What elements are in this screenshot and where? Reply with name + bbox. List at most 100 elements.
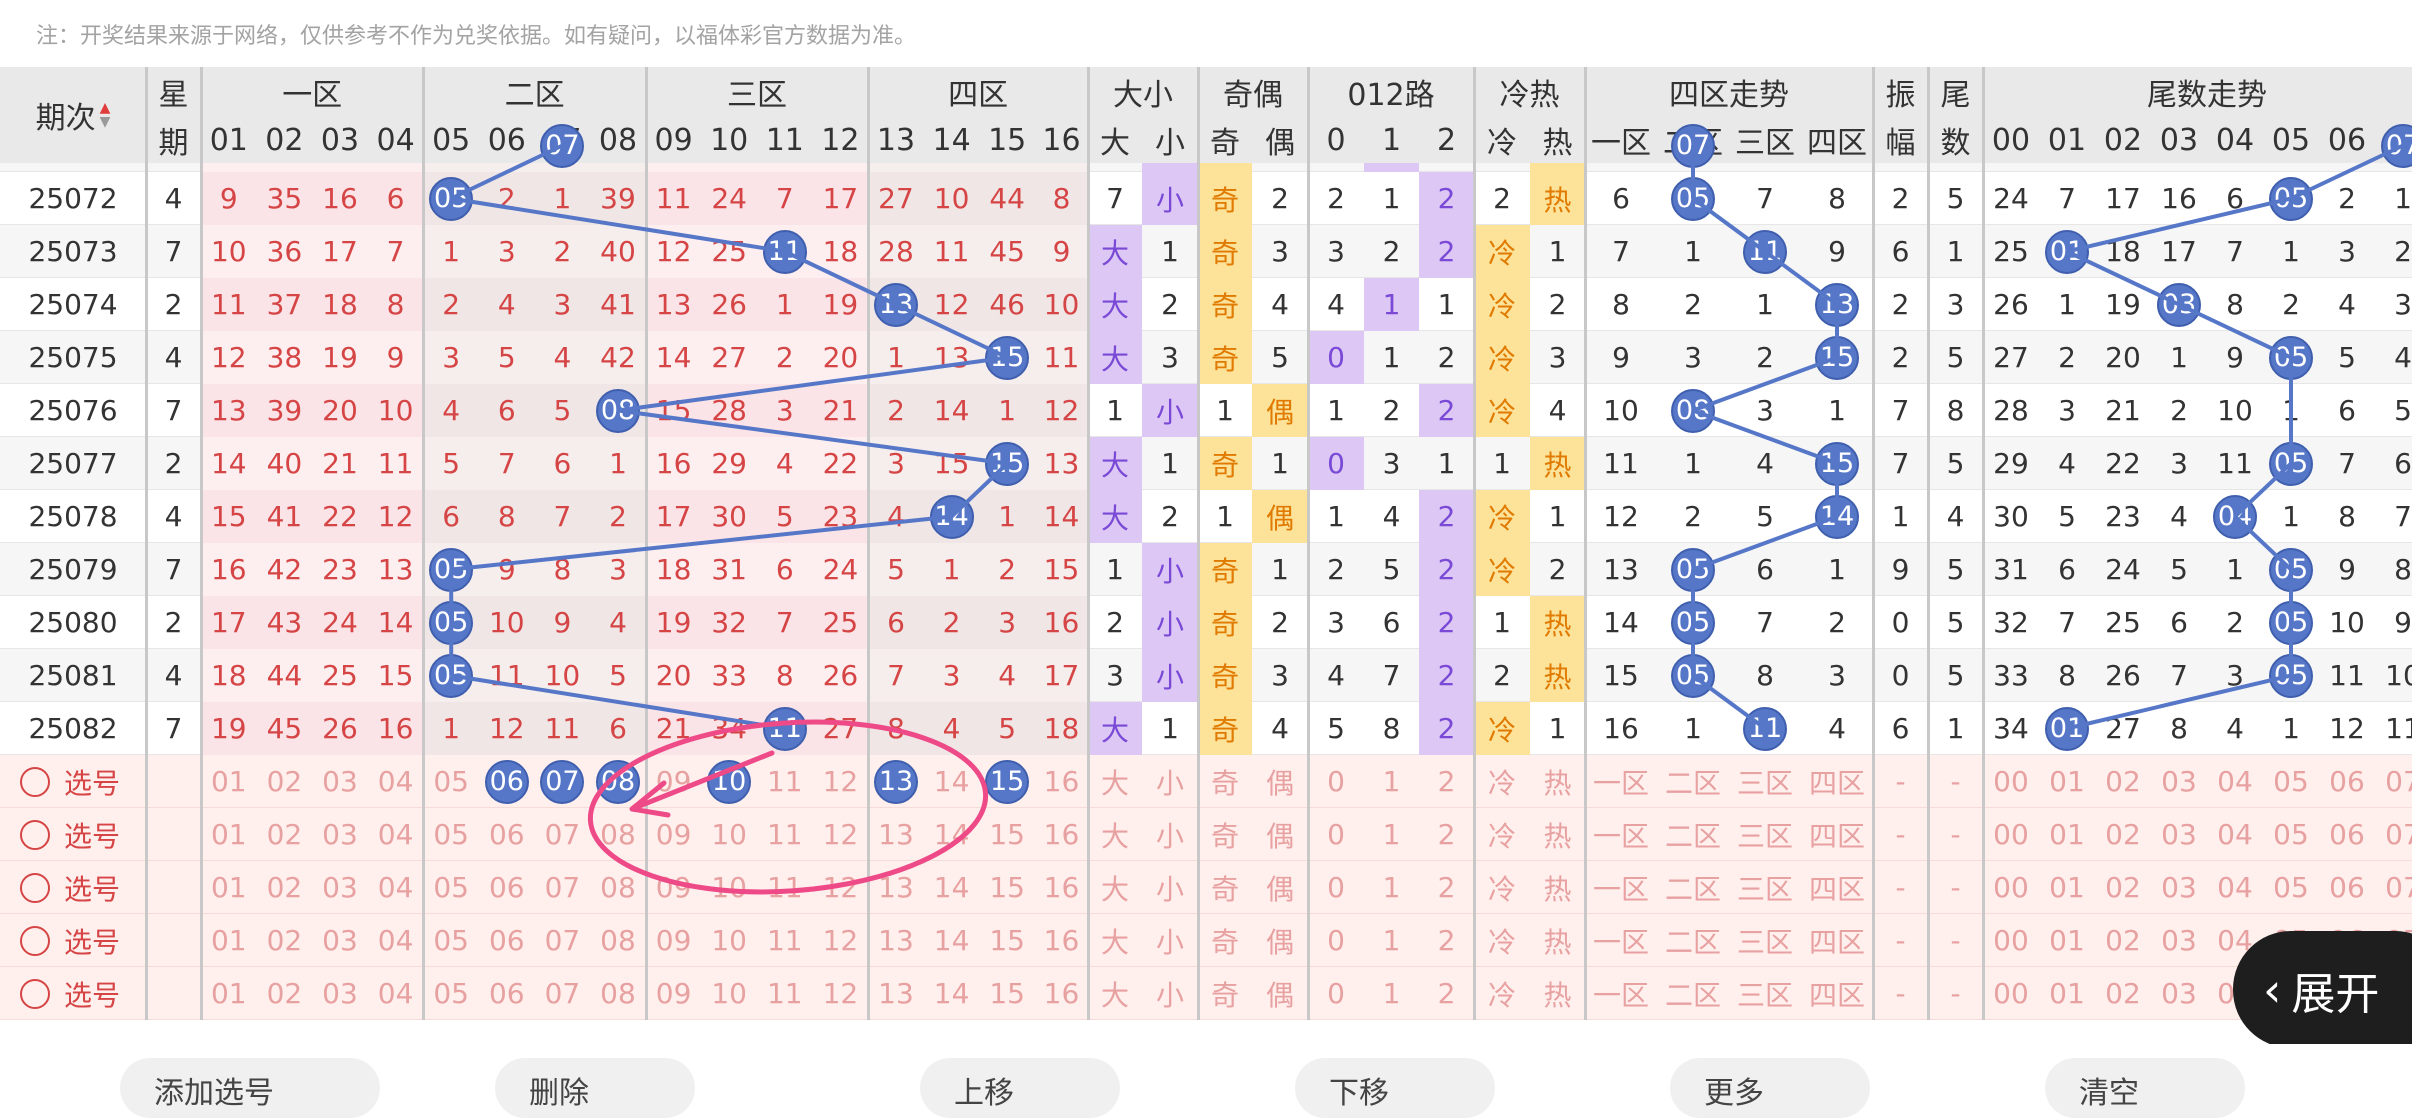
pick-number[interactable]: 03 [312,861,368,914]
pick-row-label[interactable]: 选号 [20,914,201,967]
pick-parity[interactable]: 奇 [1198,808,1252,861]
pick-number[interactable]: 04 [368,861,424,914]
pick-parity[interactable]: 偶 [1252,755,1308,808]
pick-row-label[interactable]: 选号 [20,861,201,914]
pick-number[interactable]: 02 [257,808,313,861]
expand-button[interactable]: ‹ 展开 [2233,931,2412,1048]
pick-road[interactable]: 2 [1419,755,1474,808]
pick-zone[interactable]: 三区 [1729,861,1801,914]
selected-number-ball[interactable]: 15 [985,759,1030,804]
pick-hotcold[interactable]: 热 [1530,755,1585,808]
radio-circle-icon[interactable] [20,766,50,797]
pick-size[interactable]: 大 [1088,861,1142,914]
pick-number[interactable]: 01 [201,755,257,808]
pick-tail-number[interactable]: 04 [2207,861,2263,914]
pick-size[interactable]: 小 [1142,914,1198,967]
pick-size[interactable]: 小 [1142,755,1198,808]
period-header[interactable]: 期次 ▲ ▼ [0,67,146,163]
pick-number[interactable]: 16 [1035,808,1088,861]
pick-hotcold[interactable]: 热 [1530,808,1585,861]
pick-number[interactable]: 10 [701,914,757,967]
pick-number[interactable]: 08 [590,808,646,861]
pick-number[interactable]: 12 [813,755,869,808]
pick-number[interactable]: 03 [312,914,368,967]
pick-row-label[interactable]: 选号 [20,967,201,1020]
pick-zone[interactable]: 三区 [1729,914,1801,967]
pick-number[interactable]: 06 [479,914,535,967]
pick-number[interactable]: 01 [201,808,257,861]
pick-zone[interactable]: 四区 [1801,914,1873,967]
pick-parity[interactable]: 偶 [1252,861,1308,914]
pick-size[interactable]: 小 [1142,808,1198,861]
pick-number[interactable]: 07 [535,967,591,1020]
pick-tail-number[interactable]: 06 [2319,755,2375,808]
pick-zone[interactable]: 二区 [1657,861,1729,914]
pick-number[interactable]: 11 [757,808,813,861]
trend-table[interactable]: 250712834155213810238182894378小奇1121热587… [0,67,2412,1044]
pick-number[interactable]: 05 [423,808,479,861]
pick-tail-number[interactable]: 06 [2319,861,2375,914]
pick-number[interactable]: 09 [646,914,702,967]
pick-row-label[interactable]: 选号 [20,755,201,808]
pick-number[interactable]: 04 [368,967,424,1020]
pick-road[interactable]: 1 [1364,914,1419,967]
pick-road[interactable]: 2 [1419,808,1474,861]
pick-zone[interactable]: 二区 [1657,755,1729,808]
pick-road[interactable]: 1 [1364,808,1419,861]
pick-zone[interactable]: 一区 [1585,808,1657,861]
pick-zone[interactable]: 三区 [1729,967,1801,1020]
pick-number[interactable]: 05 [423,914,479,967]
pick-tail-number[interactable]: 00 [1983,755,2039,808]
pick-parity[interactable]: 奇 [1198,755,1252,808]
pick-parity[interactable]: 偶 [1252,967,1308,1020]
pick-zone[interactable]: 三区 [1729,755,1801,808]
pick-tail-number[interactable]: 05 [2263,755,2319,808]
pick-tail-number[interactable]: 03 [2151,914,2207,967]
pick-number[interactable]: 09 [646,755,702,808]
pick-number[interactable]: 12 [813,967,869,1020]
pick-number[interactable]: 14 [924,914,980,967]
pick-number[interactable]: 13 [868,861,924,914]
pick-number[interactable]: 15 [979,914,1035,967]
pick-number[interactable]: 08 [590,967,646,1020]
pick-number[interactable]: 16 [1035,755,1088,808]
pick-number[interactable]: 12 [813,861,869,914]
pick-number[interactable]: 01 [201,861,257,914]
pick-number[interactable]: 14 [924,967,980,1020]
pick-number[interactable]: 02 [257,914,313,967]
selected-number-ball[interactable]: 08 [596,759,640,804]
pick-road[interactable]: 2 [1419,861,1474,914]
pick-number[interactable]: 09 [646,861,702,914]
pick-tail-number[interactable]: 06 [2319,808,2375,861]
pick-number[interactable]: 14 [924,755,980,808]
pick-zone[interactable]: 四区 [1801,755,1873,808]
pick-tail-number[interactable]: 02 [2095,914,2151,967]
pick-tail-number[interactable]: 03 [2151,861,2207,914]
pick-number[interactable]: 13 [868,808,924,861]
selected-number-ball[interactable]: 06 [484,759,529,804]
toolbar-button[interactable]: 删除 [495,1058,695,1118]
pick-hotcold[interactable]: 冷 [1474,967,1530,1020]
pick-road[interactable]: 1 [1364,755,1419,808]
pick-road[interactable]: 1 [1364,861,1419,914]
pick-tail-number[interactable]: 07 [2375,808,2412,861]
pick-zone[interactable]: 三区 [1729,808,1801,861]
pick-number[interactable]: 06 [479,808,535,861]
pick-number[interactable]: 01 [201,914,257,967]
pick-number[interactable]: 04 [368,914,424,967]
pick-tail-number[interactable]: 04 [2207,755,2263,808]
pick-road[interactable]: 1 [1364,967,1419,1020]
pick-tail-number[interactable]: 01 [2039,967,2095,1020]
pick-size[interactable]: 大 [1088,755,1142,808]
pick-road[interactable]: 2 [1419,967,1474,1020]
toolbar-button[interactable]: 清空 [2045,1058,2245,1118]
selected-number-ball[interactable]: 07 [540,759,585,804]
pick-number[interactable]: 06 [479,861,535,914]
toolbar-button[interactable]: 上移 [920,1058,1120,1118]
pick-number[interactable]: 15 [979,967,1035,1020]
pick-tail-number[interactable]: 00 [1983,967,2039,1020]
pick-number[interactable]: 04 [368,808,424,861]
pick-tail-number[interactable]: 03 [2151,755,2207,808]
pick-parity[interactable]: 奇 [1198,967,1252,1020]
pick-size[interactable]: 小 [1142,967,1198,1020]
